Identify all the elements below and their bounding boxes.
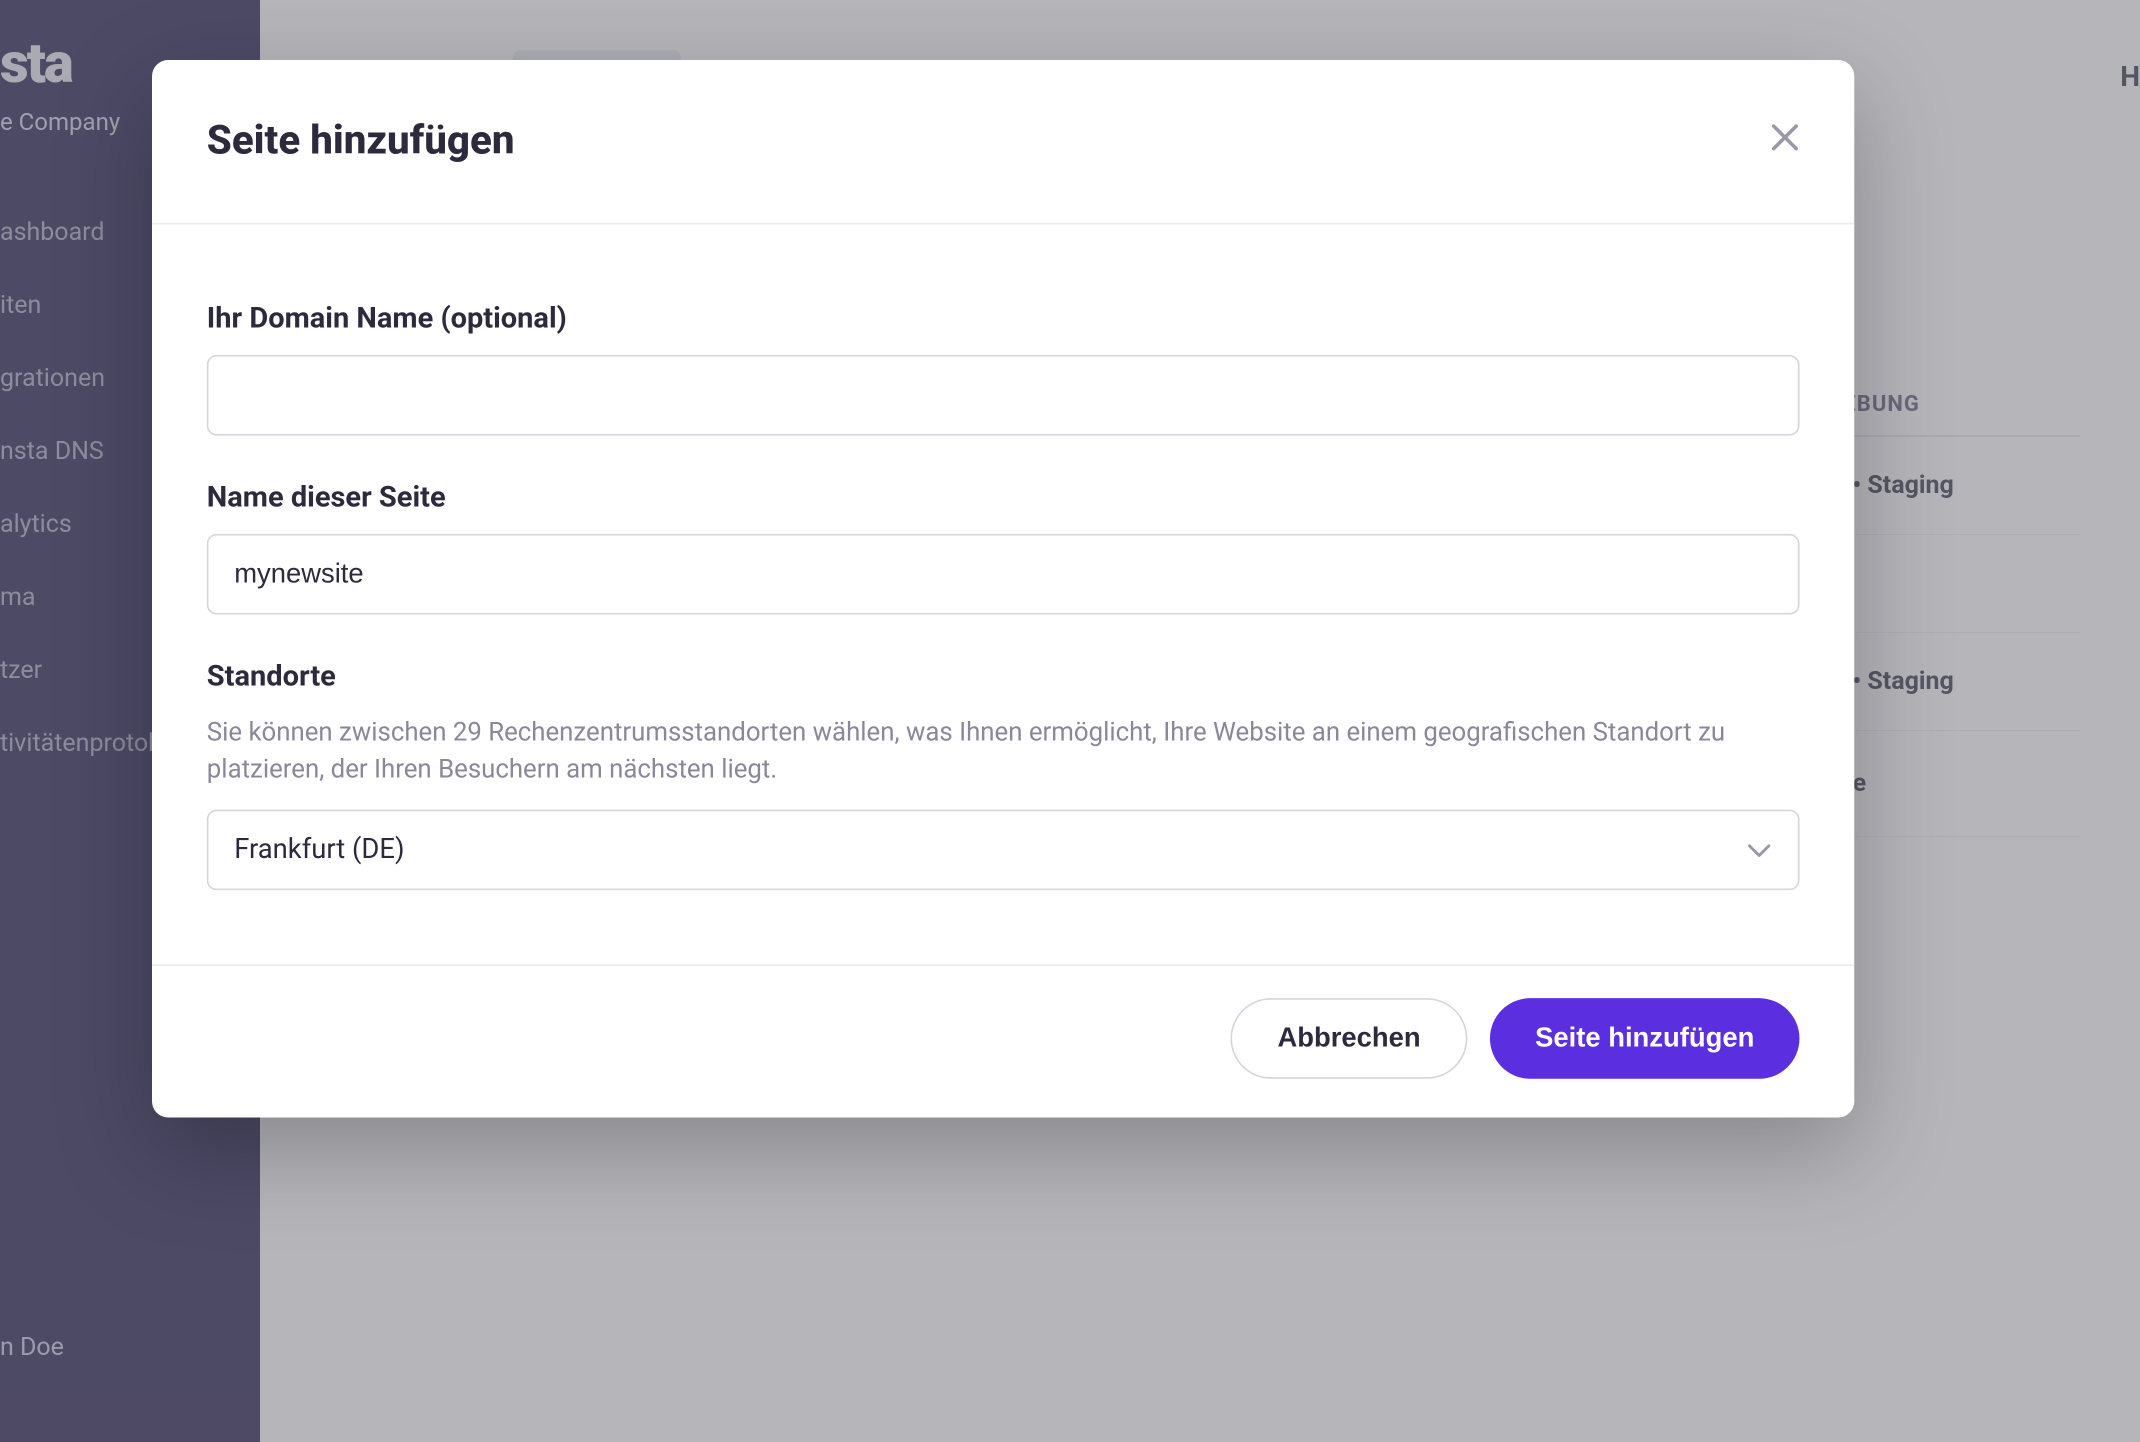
close-icon[interactable] bbox=[1770, 123, 1799, 160]
location-label: Standorte bbox=[207, 660, 1800, 694]
domain-label: Ihr Domain Name (optional) bbox=[207, 302, 1800, 336]
add-site-modal: Seite hinzufügen Ihr Domain Name (option… bbox=[152, 60, 1854, 1118]
location-help: Sie können zwischen 29 Rechenzentrumssta… bbox=[207, 713, 1800, 788]
cancel-button[interactable]: Abbrechen bbox=[1231, 999, 1468, 1080]
add-site-button[interactable]: Seite hinzufügen bbox=[1490, 999, 1800, 1080]
site-name-label: Name dieser Seite bbox=[207, 481, 1800, 515]
domain-input[interactable] bbox=[207, 355, 1800, 436]
site-name-input[interactable] bbox=[207, 534, 1800, 615]
modal-title: Seite hinzufügen bbox=[207, 118, 515, 165]
location-select[interactable]: Frankfurt (DE) bbox=[207, 810, 1800, 891]
